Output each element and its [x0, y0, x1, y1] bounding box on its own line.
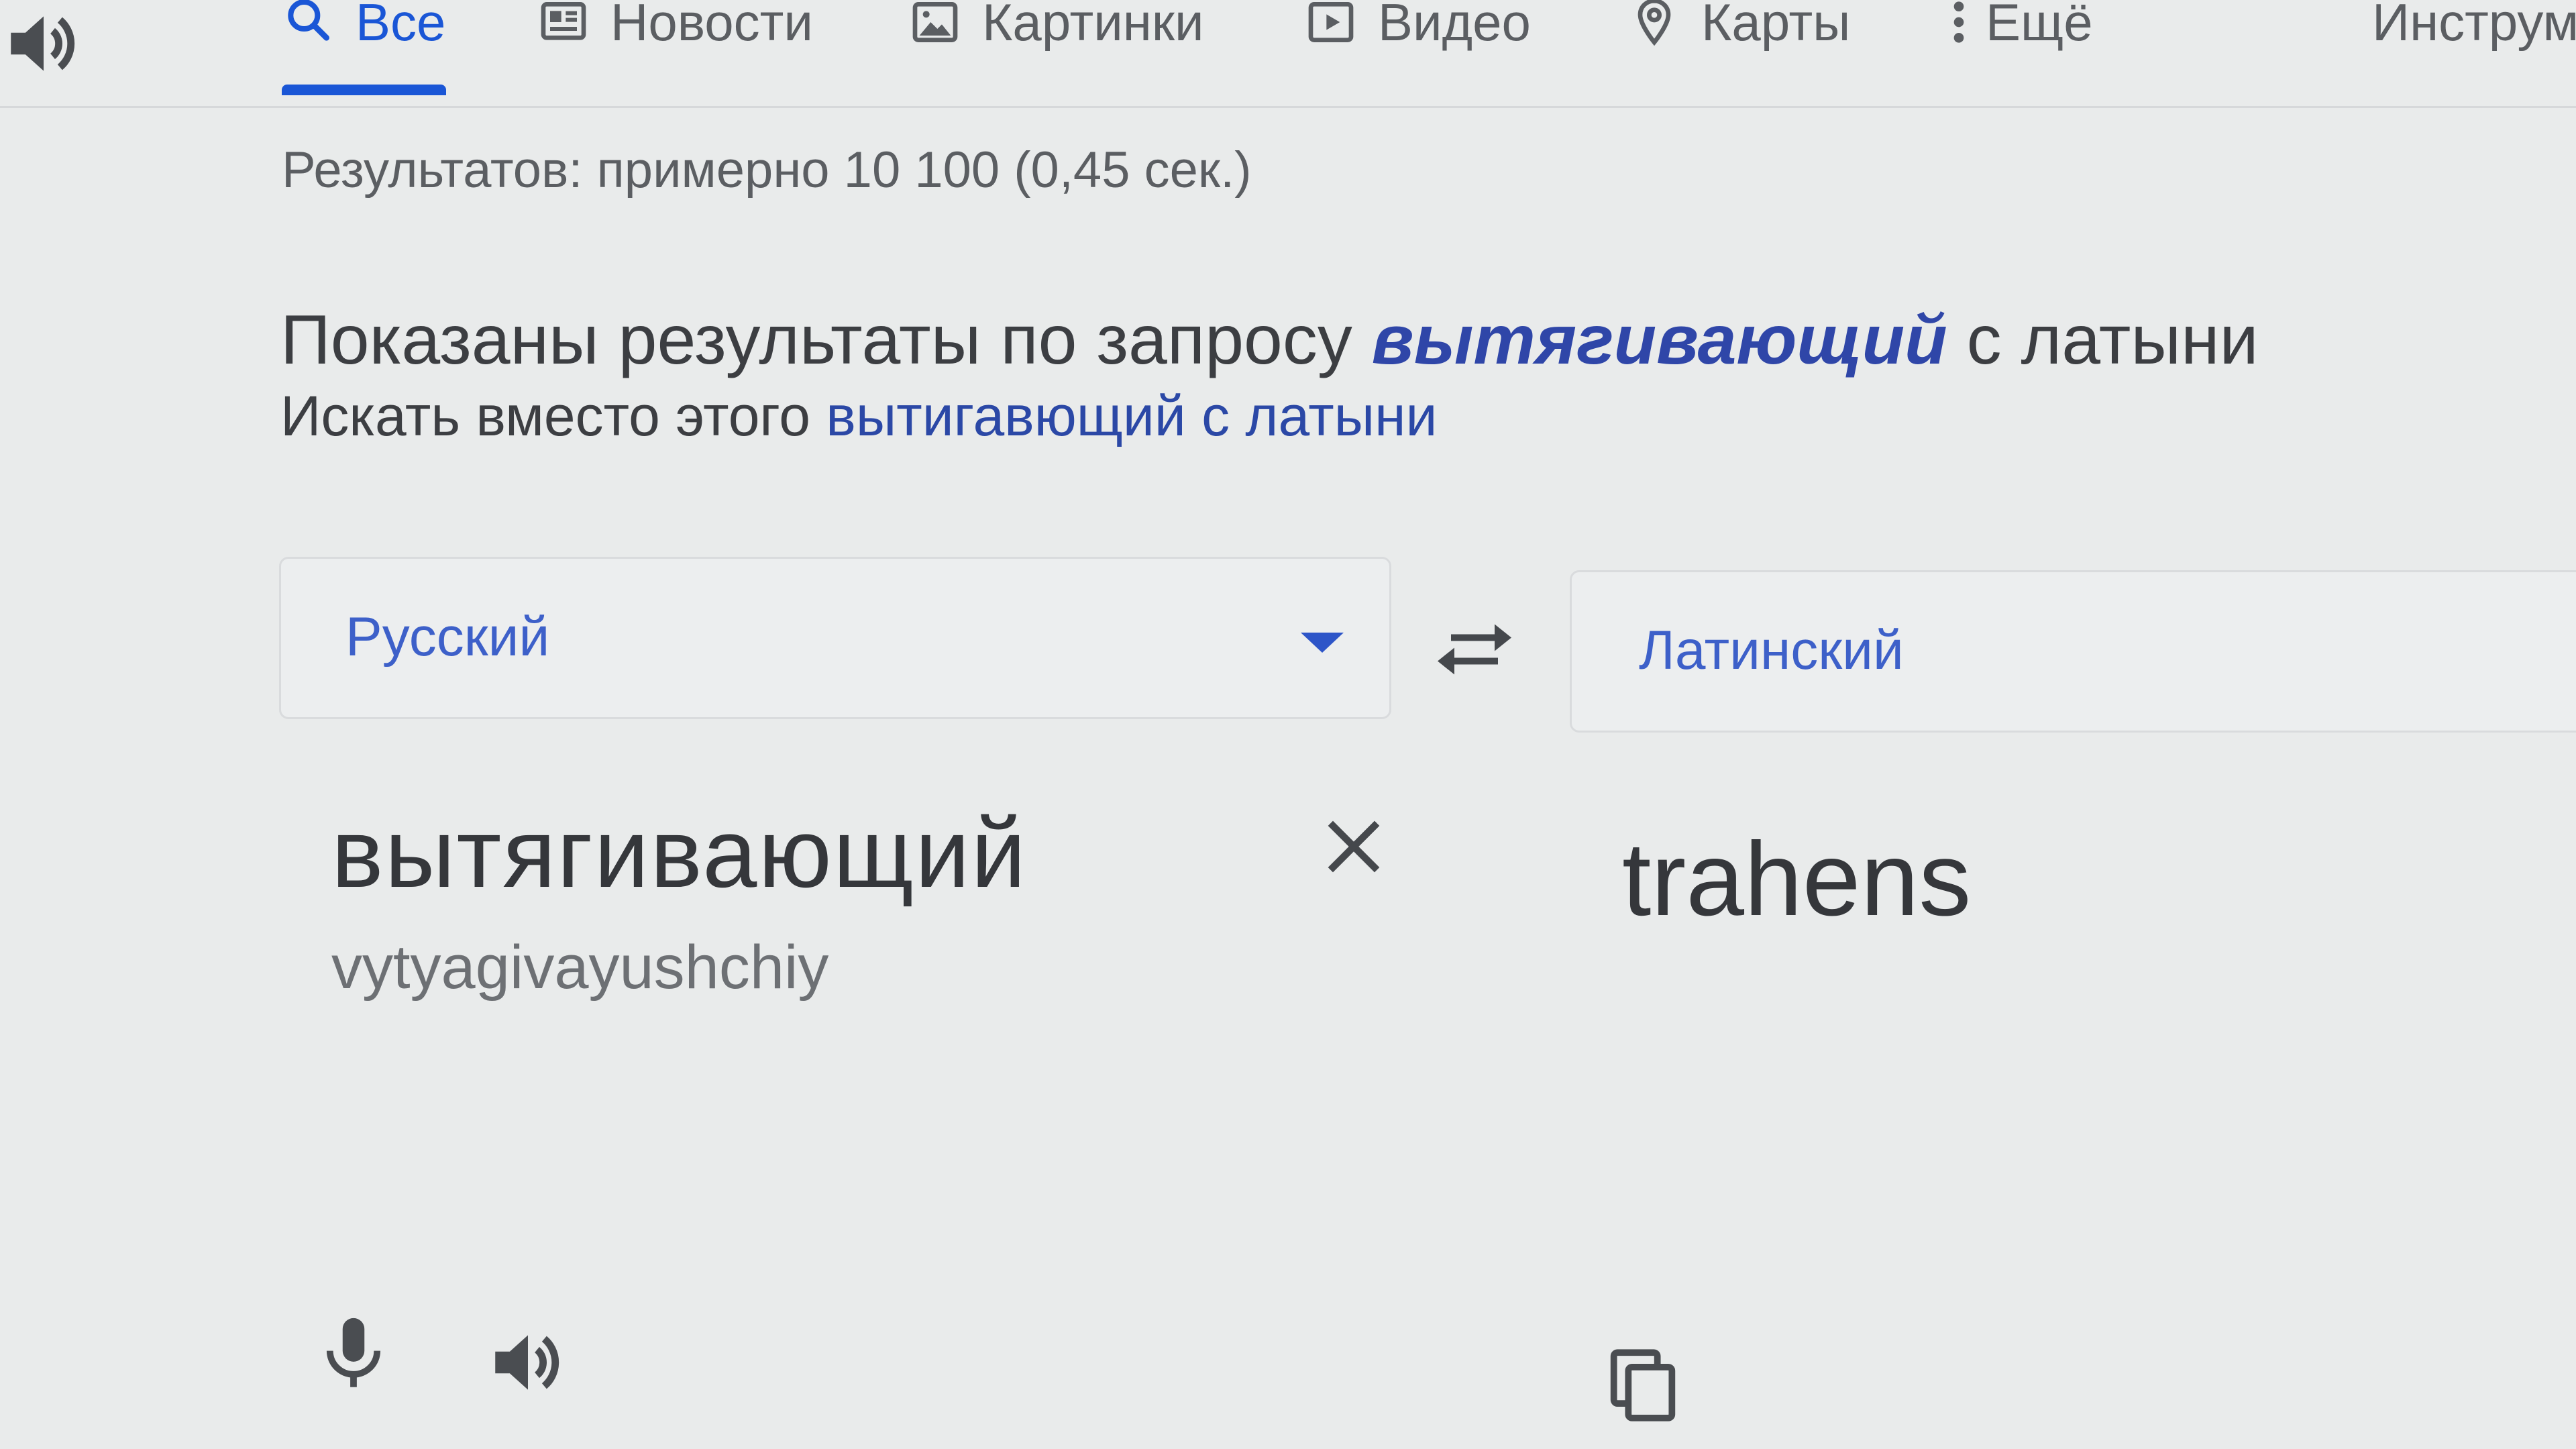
instead-prefix: Искать вместо этого	[280, 384, 810, 447]
voice-input-button[interactable]	[310, 1311, 397, 1398]
chevron-down-icon	[1301, 633, 1344, 653]
clear-input-button[interactable]	[1319, 812, 1389, 881]
source-language-selector[interactable]: Русский	[279, 557, 1391, 719]
listen-source-button[interactable]	[484, 1319, 572, 1406]
tab-label: Видео	[1378, 0, 1531, 52]
news-icon	[537, 0, 590, 49]
target-language-selector[interactable]: Латинский	[1570, 570, 2576, 733]
listen-translation-button[interactable]	[0, 0, 87, 87]
active-tab-indicator	[282, 85, 446, 95]
microphone-icon	[326, 1318, 381, 1387]
showing-prefix: Показаны результаты по запросу	[280, 301, 1352, 379]
speaker-icon	[11, 16, 75, 71]
search-tabs: Все Новости Картинки Видео Карты Ещё Инс…	[0, 0, 2576, 108]
tab-all[interactable]: Все	[282, 0, 445, 59]
speaker-icon	[495, 1335, 559, 1390]
tab-more[interactable]: Ещё	[1945, 0, 2093, 59]
image-icon	[908, 0, 962, 49]
more-vert-icon	[1945, 0, 1972, 49]
corrected-query-link[interactable]: вытягивающий	[1372, 301, 1947, 379]
showing-results-for: Показаны результаты по запросу вытягиваю…	[280, 301, 2259, 380]
search-instead-link[interactable]: вытигавющий с латыни	[826, 384, 1437, 447]
source-text-input[interactable]: вытягивающий	[331, 797, 1027, 910]
tab-video[interactable]: Видео	[1304, 0, 1531, 59]
results-stats: Результатов: примерно 10 100 (0,45 сек.)	[282, 142, 1252, 199]
tab-label: Карты	[1701, 0, 1851, 52]
source-language-label: Русский	[345, 606, 550, 667]
swap-languages-button[interactable]	[1434, 616, 1515, 683]
tab-label: Инструм	[2372, 0, 2576, 52]
target-language-label: Латинский	[1639, 620, 1904, 681]
tab-label: Ещё	[1986, 0, 2093, 52]
tab-label: Все	[356, 0, 446, 52]
tab-label: Картинки	[982, 0, 1204, 52]
swap-icon	[1438, 624, 1511, 675]
copy-icon	[1610, 1349, 1676, 1421]
map-pin-icon	[1627, 0, 1681, 49]
search-instead: Искать вместо этого вытигавющий с латыни	[280, 384, 1437, 449]
tab-tools[interactable]: Инструм	[2372, 0, 2576, 59]
transliteration: vytyagivayushchiy	[331, 933, 829, 1002]
video-icon	[1304, 0, 1358, 49]
showing-suffix: с латыни	[1966, 301, 2259, 379]
tab-label: Новости	[610, 0, 813, 52]
tab-maps[interactable]: Карты	[1627, 0, 1850, 59]
search-icon	[282, 0, 335, 49]
tabs-divider	[0, 106, 2576, 108]
translation-output: trahens	[1622, 821, 1972, 938]
tab-news[interactable]: Новости	[537, 0, 813, 59]
close-icon	[1328, 820, 1380, 873]
tab-images[interactable]: Картинки	[908, 0, 1204, 59]
copy-translation-button[interactable]	[1599, 1342, 1686, 1429]
